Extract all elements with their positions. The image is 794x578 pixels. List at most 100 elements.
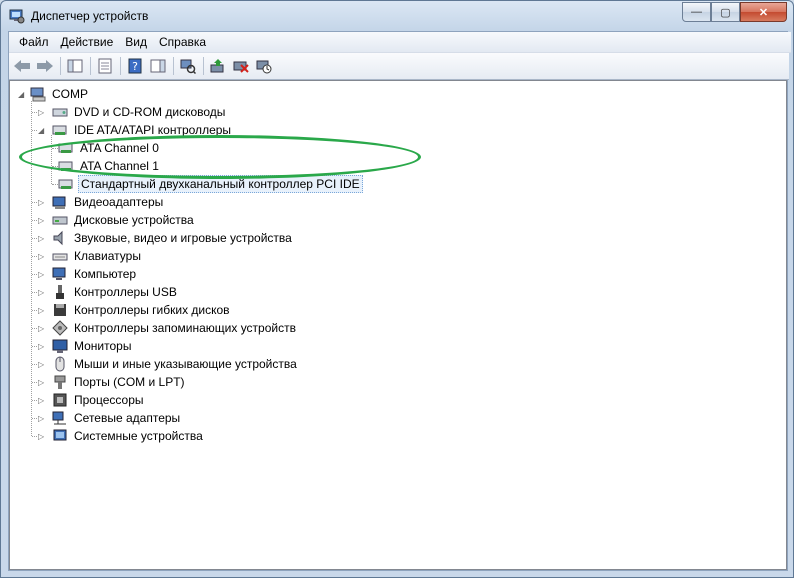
tree-guide-line [52, 148, 58, 149]
speaker-icon [53, 230, 63, 246]
menu-help[interactable]: Справка [153, 32, 212, 52]
expand-expander-icon[interactable]: ▷ [38, 306, 47, 315]
tree-category-item[interactable]: ▷ Звуковые, видео и игровые устройства [38, 229, 294, 247]
tree-category-item[interactable]: ▷ Порты (COM и LPT) [38, 373, 187, 391]
expand-expander-icon[interactable]: ▷ [38, 342, 47, 351]
tree-category-item[interactable]: ▷ Системные устройства [38, 427, 205, 445]
expand-expander-icon[interactable]: ▷ [38, 432, 47, 441]
processor-icon [53, 393, 67, 407]
network-adapter-icon [52, 411, 66, 425]
maximize-button[interactable]: ▢ [711, 2, 740, 22]
computer-icon [52, 267, 66, 280]
tree-item-label: Порты (COM и LPT) [74, 375, 185, 389]
tree-item-label: Контроллеры гибких дисков [74, 303, 230, 317]
menu-view[interactable]: Вид [119, 32, 153, 52]
tree-category-item[interactable]: ▷ Клавиатуры [38, 247, 143, 265]
tree-item-label: Системные устройства [74, 429, 203, 443]
properties-button[interactable] [94, 55, 116, 77]
tree-category-item[interactable]: ▷ Процессоры [38, 391, 146, 409]
tree-category-item[interactable]: ▷ Контроллеры запоминающих устройств [38, 319, 298, 337]
disable-device-button[interactable] [253, 55, 275, 77]
forward-button[interactable] [34, 55, 56, 77]
tree-guide-line [32, 130, 37, 131]
tree-category-item[interactable]: ▷ Контроллеры гибких дисков [38, 301, 232, 319]
close-button[interactable]: ✕ [740, 2, 787, 22]
tree-item-label: Мыши и иные указывающие устройства [74, 357, 297, 371]
back-button[interactable] [11, 55, 33, 77]
tree-guide-line [51, 135, 52, 184]
tree-category-item[interactable]: ▷ DVD и CD-ROM дисководы [38, 103, 227, 121]
collapse-expander-icon[interactable]: ◢ [18, 90, 27, 99]
minimize-button[interactable]: — [682, 2, 711, 22]
back-arrow-icon [14, 60, 30, 72]
tree-item-label: Контроллеры запоминающих устройств [74, 321, 296, 335]
tree-category-item[interactable]: ▷ Мониторы [38, 337, 133, 355]
tree-child-item[interactable]: ATA Channel 0 [58, 139, 161, 157]
mouse-icon [55, 356, 65, 372]
update-driver-button[interactable] [207, 55, 229, 77]
expand-expander-icon[interactable]: ▷ [38, 288, 47, 297]
tree-item-label: Стандартный двухканальный контроллер PCI… [78, 175, 363, 193]
tree-category-item[interactable]: ▷ Мыши и иные указывающие устройства [38, 355, 299, 373]
tree-item-label: Клавиатуры [74, 249, 141, 263]
expand-expander-icon[interactable]: ▷ [38, 252, 47, 261]
tree-category-item[interactable]: ▷ Сетевые адаптеры [38, 409, 182, 427]
disk-drive-icon [52, 216, 68, 225]
toolbar-separator [173, 57, 174, 75]
forward-arrow-icon [37, 60, 53, 72]
expand-expander-icon[interactable]: ▷ [38, 216, 47, 225]
floppy-controller-icon [54, 304, 66, 316]
expand-expander-icon[interactable]: ▷ [38, 360, 47, 369]
toolbar-separator [90, 57, 91, 75]
tree-category-item[interactable]: ◢ IDE ATA/ATAPI контроллеры [38, 121, 233, 139]
storage-controller-icon [52, 320, 68, 336]
tree-item-label: Видеоадаптеры [74, 195, 164, 209]
expand-expander-icon[interactable]: ▷ [38, 414, 47, 423]
help-button[interactable]: ? [124, 55, 146, 77]
toolbar-separator [120, 57, 121, 75]
ide-controller-icon [58, 143, 73, 153]
svg-text:?: ? [132, 60, 138, 73]
tree-guide-line [52, 166, 58, 167]
tree-child-item[interactable]: Стандартный двухканальный контроллер PCI… [58, 175, 363, 193]
tree-child-item[interactable]: ATA Channel 1 [58, 157, 161, 175]
computer-icon [30, 87, 46, 102]
scan-hardware-changes-button[interactable] [177, 55, 199, 77]
tree-root[interactable]: ◢ COMP [18, 85, 90, 103]
tree-category-item[interactable]: ▷ Дисковые устройства [38, 211, 196, 229]
expand-expander-icon[interactable]: ▷ [38, 108, 47, 117]
uninstall-icon [233, 61, 249, 73]
tree-category-item[interactable]: ▷ Видеоадаптеры [38, 193, 165, 211]
menu-bar: Файл Действие Вид Справка [9, 32, 791, 53]
tree-category-item[interactable]: ▷ Компьютер [38, 265, 138, 283]
menu-file[interactable]: Файл [13, 32, 55, 52]
ide-controller-icon [52, 125, 67, 135]
tree-item-label: Контроллеры USB [74, 285, 177, 299]
uninstall-button[interactable] [230, 55, 252, 77]
tree-item-label: ATA Channel 0 [80, 141, 159, 155]
expand-expander-icon[interactable]: ▷ [38, 234, 47, 243]
tree-category-item[interactable]: ▷ Контроллеры USB [38, 283, 179, 301]
expand-expander-icon[interactable]: ▷ [38, 198, 47, 207]
menu-action[interactable]: Действие [55, 32, 120, 52]
tree-guide-line [32, 202, 37, 203]
expand-expander-icon[interactable]: ▷ [38, 378, 47, 387]
tree-item-label: IDE ATA/ATAPI контроллеры [74, 123, 232, 137]
action-pane-icon [150, 59, 166, 73]
tree-item-label: Мониторы [74, 339, 132, 353]
expand-expander-icon[interactable]: ▷ [38, 270, 47, 279]
tree-guide-line [32, 238, 37, 239]
tree-guide-line [32, 310, 37, 311]
collapse-expander-icon[interactable]: ◢ [38, 126, 47, 135]
expand-expander-icon[interactable]: ▷ [38, 324, 47, 333]
show-hide-console-tree-button[interactable] [64, 55, 86, 77]
title-bar[interactable]: Диспетчер устройств — ▢ ✕ [1, 1, 793, 31]
expand-expander-icon[interactable]: ▷ [38, 396, 47, 405]
tree-guide-line [32, 112, 37, 113]
tree-guide-line [32, 256, 37, 257]
tree-guide-line [32, 220, 37, 221]
tree-guide-line [32, 418, 37, 419]
client-area: Файл Действие Вид Справка ? ◢ COMP ▷ DVD… [8, 31, 791, 571]
action-pane-button[interactable] [147, 55, 169, 77]
tree-guide-line [32, 364, 37, 365]
